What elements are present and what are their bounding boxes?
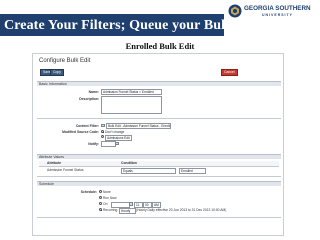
slide-subtitle: Enrolled Bulk Edit	[125, 41, 195, 51]
filter-picker-icon[interactable]	[101, 123, 105, 127]
name-field[interactable]: Admission Funnel Status = Enrolled	[101, 89, 162, 95]
cancel-button[interactable]: Cancel	[221, 69, 238, 76]
schedule-on-radio[interactable]	[99, 202, 102, 205]
page-title: Configure Bulk Edit	[39, 58, 91, 64]
university-logo: GEORGIA SOUTHERN UNIVERSITY	[228, 3, 320, 39]
notify-field[interactable]	[101, 141, 116, 147]
dont-change-radio[interactable]	[101, 130, 104, 133]
content-filter-label: Content Filter:	[75, 124, 99, 128]
notify-label: Notify:	[88, 142, 99, 146]
divider	[37, 176, 281, 177]
schedule-on-option: On	[103, 202, 108, 206]
schedule-label: Schedule:	[80, 190, 97, 194]
description-label: Description:	[79, 97, 99, 101]
schedule-minute-select[interactable]: 00	[143, 201, 152, 208]
schedule-recurring-option: Recurring	[103, 208, 118, 212]
calendar-icon[interactable]	[129, 202, 133, 206]
description-field[interactable]	[101, 96, 162, 114]
condition-column-header: Condition	[121, 161, 137, 165]
schedule-run-now-option: Run Now	[103, 196, 117, 200]
schedule-none-option: None	[103, 190, 111, 194]
recurring-frequency-select[interactable]: Hourly	[119, 207, 136, 214]
dont-change-option: Don't change	[105, 130, 125, 134]
admissions-edit-select[interactable]: Admissions Edit	[105, 134, 132, 141]
content-filter-field[interactable]: Bulk Edit - Admission Funnel Status - En…	[106, 123, 171, 129]
slide-title: Create Your Filters; Queue your Bulk Edi…	[4, 18, 263, 33]
modified-source-label: Modified Source Code:	[62, 130, 99, 134]
notify-picker-icon[interactable]	[115, 141, 119, 145]
georgia-southern-seal-icon	[228, 4, 242, 18]
attribute-values-section: Attribute Values	[37, 154, 281, 159]
name-label: Name:	[88, 90, 99, 94]
attribute-name: Admission Funnel Status	[47, 168, 84, 172]
logo-name: GEORGIA SOUTHERN	[244, 5, 311, 12]
schedule-none-radio[interactable]	[99, 190, 102, 193]
divider	[37, 118, 281, 119]
value-select[interactable]: Enrolled	[179, 168, 206, 174]
schedule-section: Schedule	[37, 181, 281, 186]
admissions-edit-radio[interactable]	[101, 135, 104, 138]
schedule-ampm-select[interactable]: AM	[152, 201, 161, 208]
basic-information-section: Basic Information	[37, 81, 281, 86]
logo-tagline: UNIVERSITY	[262, 13, 294, 17]
bulk-edit-screenshot: Configure Bulk Edit Save Copy Cancel Bas…	[32, 53, 284, 236]
divider	[37, 217, 281, 218]
schedule-run-now-radio[interactable]	[99, 196, 102, 199]
condition-select[interactable]: Equals	[121, 168, 176, 174]
attribute-column-header: Attribute	[47, 161, 62, 165]
recurring-summary: (Hourly Daily effective 20 Jun 2013 to 3…	[136, 208, 227, 212]
copy-button[interactable]: Copy	[50, 69, 64, 76]
schedule-recurring-radio[interactable]	[99, 208, 102, 211]
